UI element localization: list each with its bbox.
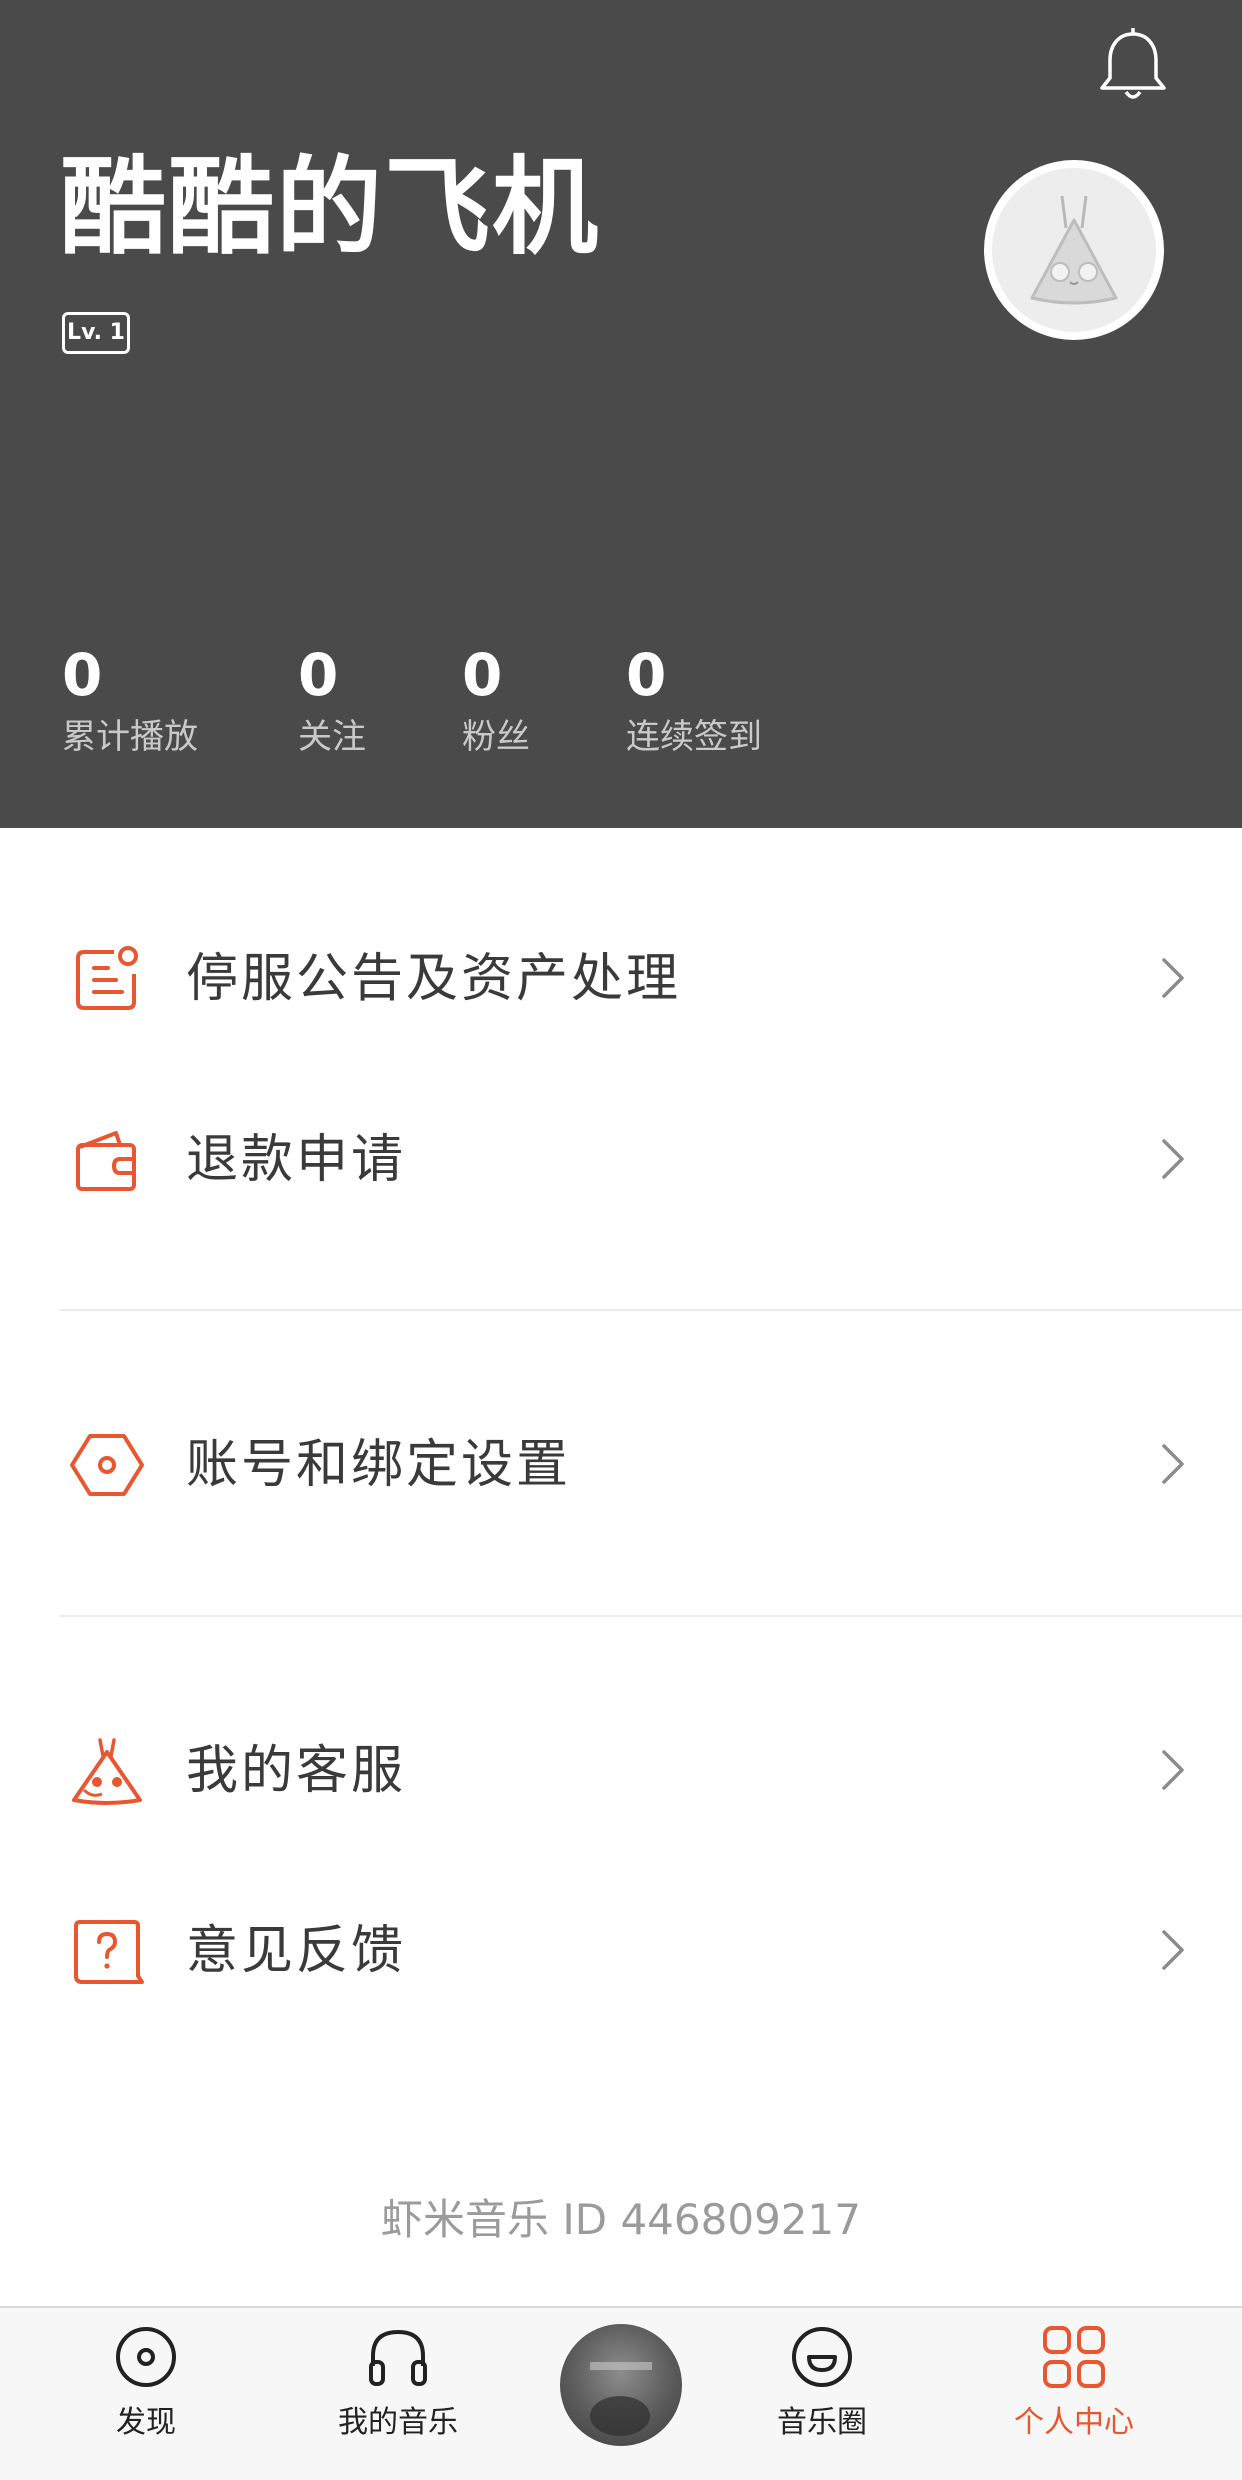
- menu-item-refund[interactable]: 退款申请: [0, 1083, 1242, 1233]
- chevron-right-icon: [1162, 958, 1184, 998]
- avatar[interactable]: [984, 160, 1164, 340]
- divider: [60, 1615, 1242, 1617]
- stat-following[interactable]: 0 关注: [298, 640, 366, 762]
- menu-item-service-notice[interactable]: 停服公告及资产处理: [0, 902, 1242, 1052]
- album-art-image: [590, 2362, 652, 2436]
- stat-value: 0: [62, 641, 103, 709]
- hexagon-settings-icon: [70, 1434, 144, 1496]
- menu-item-customer-service[interactable]: 我的客服: [0, 1694, 1242, 1844]
- tab-discover[interactable]: 发现: [46, 2324, 246, 2444]
- menu-item-account-settings[interactable]: 账号和绑定设置: [0, 1388, 1242, 1538]
- stat-plays[interactable]: 0 累计播放: [62, 640, 198, 762]
- profile-header: 酷酷的飞机 Lv. 1 0 累计播放 0 关注 0 粉丝 0 连续签到: [0, 0, 1242, 828]
- stat-label: 粉丝: [462, 717, 530, 757]
- now-playing-cover[interactable]: [560, 2324, 682, 2446]
- xiami-user-id: 虾米音乐 ID 446809217: [381, 2195, 861, 2244]
- tab-music-circle[interactable]: 音乐圈: [722, 2324, 922, 2444]
- menu-item-label: 意见反馈: [186, 1921, 407, 1981]
- menu-item-label: 停服公告及资产处理: [186, 949, 682, 1009]
- smile-icon: [792, 2327, 852, 2387]
- tab-label: 个人中心: [1014, 2405, 1134, 2440]
- menu-item-label: 账号和绑定设置: [186, 1435, 572, 1495]
- headphones-icon: [369, 2329, 427, 2386]
- stat-label: 关注: [298, 717, 366, 757]
- stat-label: 累计播放: [62, 717, 198, 757]
- discover-disc-icon: [116, 2327, 176, 2387]
- chevron-right-icon: [1162, 1750, 1184, 1790]
- tab-my-music[interactable]: 我的音乐: [298, 2324, 498, 2444]
- mascot-service-icon: [72, 1738, 142, 1805]
- wallet-icon: [76, 1131, 136, 1191]
- tab-label: 我的音乐: [338, 2405, 458, 2440]
- menu-item-label: 我的客服: [186, 1741, 407, 1801]
- feedback-question-icon: [74, 1920, 144, 1984]
- level-badge: Lv. 1: [62, 312, 130, 354]
- notice-icon: [76, 946, 138, 1010]
- stat-label: 连续签到: [626, 717, 762, 757]
- divider: [60, 1309, 1242, 1311]
- bottom-tab-bar: 发现 我的音乐 音乐圈 个人中心: [0, 2306, 1242, 2480]
- stat-checkin-streak[interactable]: 0 连续签到: [626, 640, 762, 762]
- tab-label: 发现: [116, 2405, 176, 2440]
- username: 酷酷的飞机: [60, 146, 600, 269]
- chevron-right-icon: [1162, 1444, 1184, 1484]
- mascot-avatar-icon: [1030, 195, 1118, 305]
- stat-value: 0: [626, 641, 667, 709]
- tab-personal-center[interactable]: 个人中心: [974, 2324, 1174, 2444]
- chevron-right-icon: [1162, 1139, 1184, 1179]
- stat-value: 0: [462, 641, 503, 709]
- bell-icon[interactable]: [1098, 28, 1168, 104]
- tab-label: 音乐圈: [777, 2405, 867, 2440]
- menu-item-label: 退款申请: [186, 1130, 407, 1190]
- stat-value: 0: [298, 641, 339, 709]
- chevron-right-icon: [1162, 1930, 1184, 1970]
- grid-icon: [1043, 2326, 1105, 2388]
- stat-followers[interactable]: 0 粉丝: [462, 640, 530, 762]
- menu-item-feedback[interactable]: 意见反馈: [0, 1874, 1242, 2024]
